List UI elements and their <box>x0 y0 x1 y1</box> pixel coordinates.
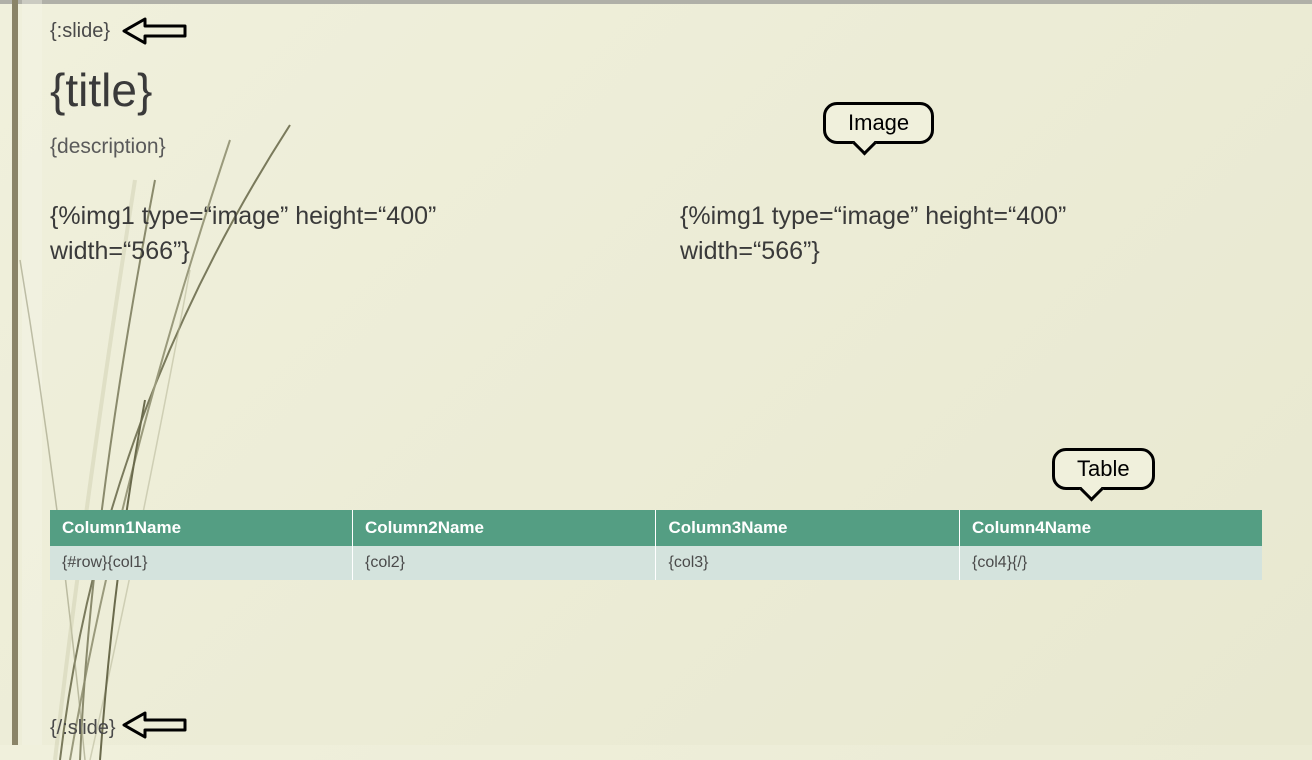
arrow-left-icon <box>120 710 190 740</box>
image-placeholder-2: {%img1 type=“image” height=“400” width=“… <box>680 199 1160 269</box>
table-cell-col1: {#row}{col1} <box>50 546 352 580</box>
table-cell-col2: {col2} <box>352 546 656 580</box>
table-cell-col4: {col4}{/} <box>960 546 1263 580</box>
description-placeholder: {description} <box>50 135 1262 159</box>
table-placeholder: Column1Name Column2Name Column3Name Colu… <box>50 510 1262 580</box>
table-header-1: Column1Name <box>50 510 352 546</box>
table-header-row: Column1Name Column2Name Column3Name Colu… <box>50 510 1262 546</box>
title-placeholder: {title} <box>50 63 1262 117</box>
table-header-2: Column2Name <box>352 510 656 546</box>
arrow-left-icon <box>120 16 190 46</box>
annotation-table-callout: Table <box>1052 448 1155 490</box>
table-header-4: Column4Name <box>960 510 1263 546</box>
slide-open-tag: {:slide} <box>50 20 1262 43</box>
table-cell-col3: {col3} <box>656 546 960 580</box>
image-placeholder-row: {%img1 type=“image” height=“400” width=“… <box>50 199 1262 269</box>
annotation-image-callout: Image <box>823 102 934 144</box>
template-table: Column1Name Column2Name Column3Name Colu… <box>50 510 1262 580</box>
slide-close-tag: {/:slide} <box>50 717 116 740</box>
table-header-3: Column3Name <box>656 510 960 546</box>
image-placeholder-1: {%img1 type=“image” height=“400” width=“… <box>50 199 530 269</box>
table-row: {#row}{col1} {col2} {col3} {col4}{/} <box>50 546 1262 580</box>
